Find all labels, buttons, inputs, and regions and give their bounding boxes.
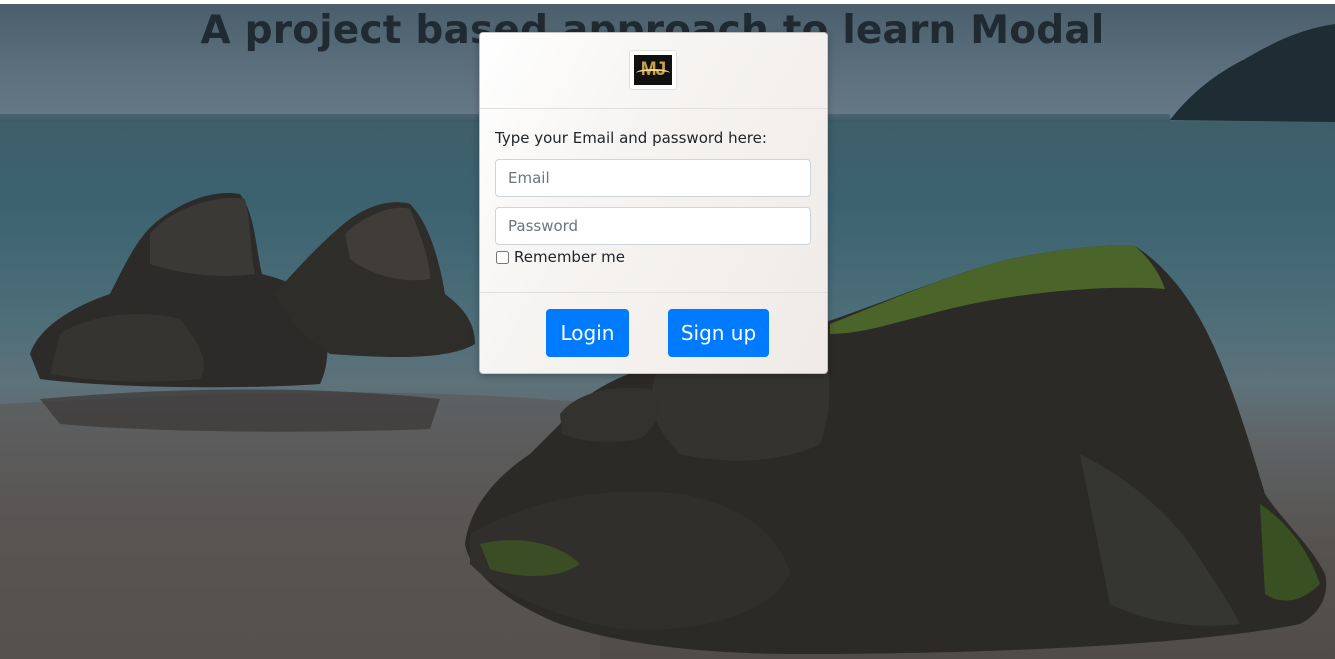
remember-me-checkbox[interactable] [496, 250, 509, 264]
modal-footer: Login Sign up [480, 293, 827, 373]
remember-me-label: Remember me [514, 248, 625, 266]
logo: MJ [629, 50, 677, 90]
remember-me[interactable]: Remember me [495, 248, 625, 266]
instruction-text: Type your Email and password here: [495, 129, 767, 147]
email-field[interactable] [495, 159, 811, 197]
login-button[interactable]: Login [546, 309, 629, 357]
login-modal: MJ Type your Email and password here: Re… [479, 32, 828, 374]
modal-body: Type your Email and password here: Remem… [480, 109, 827, 293]
logo-swoosh [636, 69, 670, 77]
password-field[interactable] [495, 207, 811, 245]
modal-header: MJ [480, 33, 827, 109]
signup-button[interactable]: Sign up [668, 309, 769, 357]
logo-icon: MJ [634, 55, 672, 85]
